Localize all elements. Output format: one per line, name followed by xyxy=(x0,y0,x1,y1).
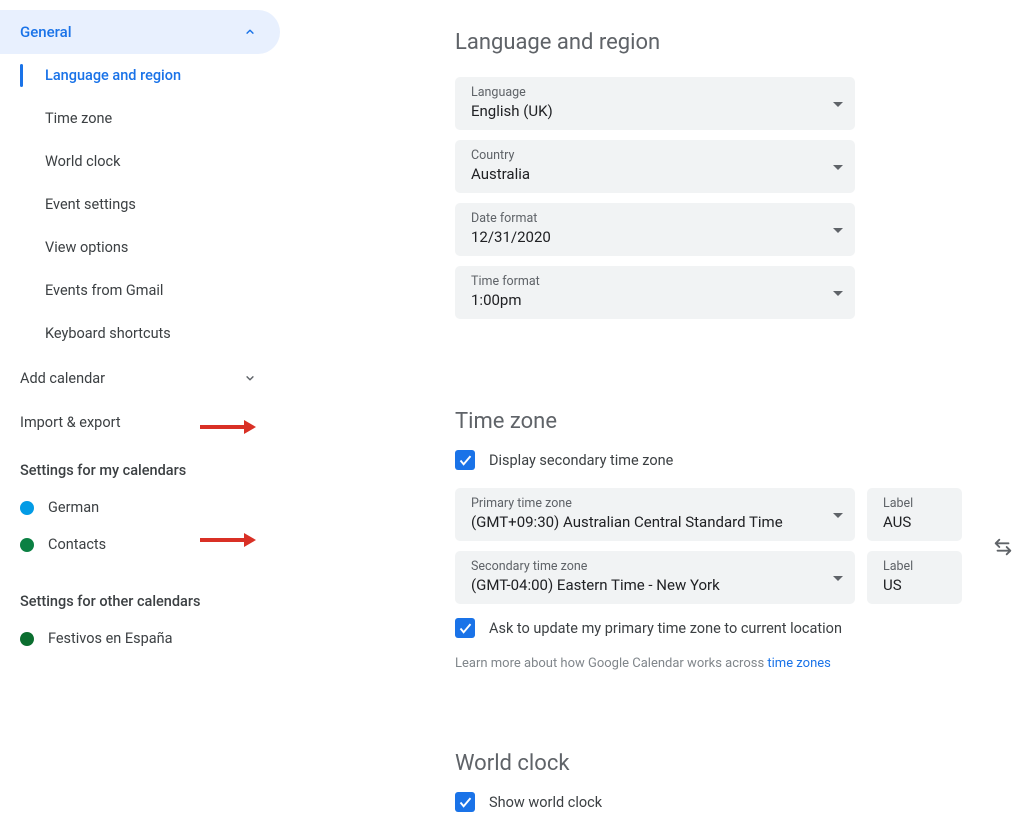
sidebar-item-label: Time zone xyxy=(45,110,112,127)
chevron-down-icon xyxy=(240,368,260,388)
secondary-tz-label-input[interactable]: Label US xyxy=(867,551,962,604)
input-value: AUS xyxy=(883,513,946,531)
chevron-up-icon xyxy=(240,22,260,42)
sidebar-section-general[interactable]: General xyxy=(0,10,280,54)
input-label: Label xyxy=(883,559,946,574)
display-secondary-tz-checkbox[interactable] xyxy=(455,450,475,470)
settings-sidebar: General Language and region Time zone Wo… xyxy=(0,0,280,824)
section-title-world-clock: World clock xyxy=(455,751,984,776)
sidebar-item-events-gmail[interactable]: Events from Gmail xyxy=(0,269,280,312)
sidebar-item-event-settings[interactable]: Event settings xyxy=(0,183,280,226)
sidebar-calendar-label: Festivos en España xyxy=(48,630,173,647)
sidebar-heading-other-calendars: Settings for other calendars xyxy=(0,563,280,620)
calendar-color-dot xyxy=(20,501,34,515)
sidebar-heading-my-calendars: Settings for my calendars xyxy=(0,444,280,489)
sidebar-item-view-options[interactable]: View options xyxy=(0,226,280,269)
checkbox-label: Ask to update my primary time zone to cu… xyxy=(489,620,842,637)
dropdown-arrow-icon xyxy=(833,222,843,238)
sidebar-item-add-calendar[interactable]: Add calendar xyxy=(0,355,280,401)
select-label: Secondary time zone xyxy=(471,559,839,574)
settings-main: Language and region Language English (UK… xyxy=(280,0,1024,824)
sidebar-calendar-german[interactable]: German xyxy=(0,489,280,526)
sidebar-item-keyboard-shortcuts[interactable]: Keyboard shortcuts xyxy=(0,312,280,355)
primary-tz-label-input[interactable]: Label AUS xyxy=(867,488,962,541)
timezone-help-link[interactable]: time zones xyxy=(767,656,830,671)
select-label: Country xyxy=(471,148,839,163)
select-value: (GMT-04:00) Eastern Time - New York xyxy=(471,576,839,594)
sidebar-item-label: Import & export xyxy=(20,414,121,431)
secondary-tz-select[interactable]: Secondary time zone (GMT-04:00) Eastern … xyxy=(455,551,855,604)
timezone-help-text: Learn more about how Google Calendar wor… xyxy=(455,656,984,671)
input-value: US xyxy=(883,576,946,594)
select-value: (GMT+09:30) Australian Central Standard … xyxy=(471,513,839,531)
sidebar-item-label: Events from Gmail xyxy=(45,282,163,299)
sidebar-item-world-clock[interactable]: World clock xyxy=(0,140,280,183)
checkbox-label: Show world clock xyxy=(489,794,602,811)
dropdown-arrow-icon xyxy=(833,570,843,586)
input-label: Label xyxy=(883,496,946,511)
swap-timezones-button[interactable] xyxy=(992,536,1014,562)
dropdown-arrow-icon xyxy=(833,96,843,112)
section-title-time-zone: Time zone xyxy=(455,409,984,434)
calendar-color-dot xyxy=(20,632,34,646)
sidebar-section-label: General xyxy=(20,23,72,41)
section-title-language-region: Language and region xyxy=(455,30,984,55)
sidebar-item-label: Add calendar xyxy=(20,370,105,387)
annotation-arrow-icon xyxy=(200,532,256,548)
time-format-select[interactable]: Time format 1:00pm xyxy=(455,266,855,319)
select-value: English (UK) xyxy=(471,102,839,120)
calendar-color-dot xyxy=(20,538,34,552)
checkbox-label: Display secondary time zone xyxy=(489,452,673,469)
sidebar-item-label: View options xyxy=(45,239,128,256)
annotation-arrow-icon xyxy=(200,419,256,435)
select-value: 12/31/2020 xyxy=(471,228,839,246)
sidebar-item-label: Language and region xyxy=(45,67,181,84)
dropdown-arrow-icon xyxy=(833,159,843,175)
select-label: Primary time zone xyxy=(471,496,839,511)
sidebar-calendar-label: Contacts xyxy=(48,536,106,553)
dropdown-arrow-icon xyxy=(833,507,843,523)
select-label: Language xyxy=(471,85,839,100)
show-world-clock-checkbox[interactable] xyxy=(455,792,475,812)
sidebar-item-label: World clock xyxy=(45,153,120,170)
sidebar-calendar-festivos[interactable]: Festivos en España xyxy=(0,620,280,657)
dropdown-arrow-icon xyxy=(833,285,843,301)
sidebar-item-time-zone[interactable]: Time zone xyxy=(0,97,280,140)
select-label: Time format xyxy=(471,274,839,289)
language-select[interactable]: Language English (UK) xyxy=(455,77,855,130)
ask-update-tz-checkbox[interactable] xyxy=(455,618,475,638)
sidebar-item-label: Keyboard shortcuts xyxy=(45,325,171,342)
select-value: Australia xyxy=(471,165,839,183)
primary-tz-select[interactable]: Primary time zone (GMT+09:30) Australian… xyxy=(455,488,855,541)
sidebar-item-label: Event settings xyxy=(45,196,136,213)
date-format-select[interactable]: Date format 12/31/2020 xyxy=(455,203,855,256)
select-label: Date format xyxy=(471,211,839,226)
sidebar-calendar-label: German xyxy=(48,499,99,516)
select-value: 1:00pm xyxy=(471,291,839,309)
country-select[interactable]: Country Australia xyxy=(455,140,855,193)
sidebar-item-language-region[interactable]: Language and region xyxy=(0,54,280,97)
